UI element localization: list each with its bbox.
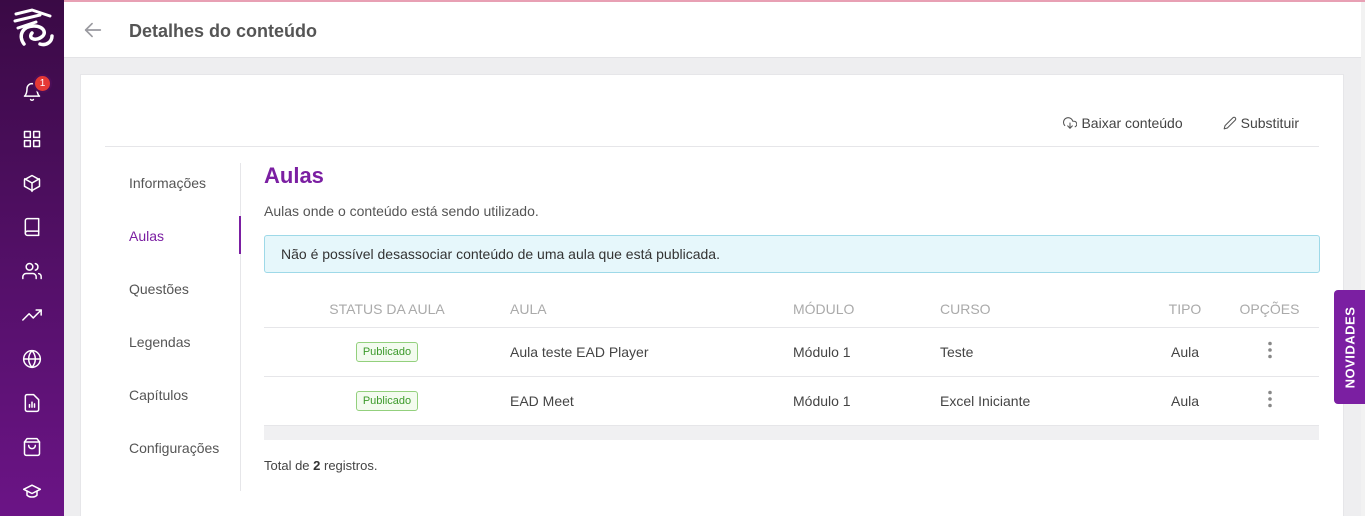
grid-icon xyxy=(23,130,41,148)
table-horizontal-scrollbar[interactable] xyxy=(264,425,1319,440)
download-content-button[interactable]: Baixar conteúdo xyxy=(1063,115,1183,131)
replace-label: Substituir xyxy=(1240,115,1299,131)
status-badge: Publicado xyxy=(355,341,419,362)
nav-reports[interactable] xyxy=(20,391,44,415)
shopping-bag-icon xyxy=(23,437,41,457)
nav-users[interactable] xyxy=(20,259,44,283)
total-prefix: Total de xyxy=(264,457,314,473)
curso-cell: Teste xyxy=(940,327,1150,377)
tab-capitulos[interactable]: Capítulos xyxy=(129,387,188,403)
sidebar: 1 xyxy=(0,0,64,516)
app-logo[interactable] xyxy=(10,6,56,52)
table-row: Publicado EAD Meet Módulo 1 Excel Inicia… xyxy=(264,376,1319,426)
cloud-download-icon xyxy=(1063,117,1078,129)
cube-icon xyxy=(23,174,41,193)
table-header-row: STATUS DA AULA AULA MÓDULO CURSO TIPO OP… xyxy=(264,291,1319,328)
page-scrollbar[interactable] xyxy=(1361,2,1365,516)
column-header-curso: CURSO xyxy=(940,291,1150,328)
toolbar: Baixar conteúdo Substituir xyxy=(1063,115,1299,131)
tab-informacoes[interactable]: Informações xyxy=(129,175,206,191)
column-header-status: STATUS DA AULA xyxy=(264,291,510,328)
book-icon xyxy=(24,217,40,237)
column-header-tipo: TIPO xyxy=(1150,291,1220,328)
kebab-menu-icon xyxy=(1267,390,1272,408)
content-card: Baixar conteúdo Substituir Informações A… xyxy=(80,74,1344,516)
active-tab-indicator xyxy=(239,216,241,254)
info-alert: Não é possível desassociar conteúdo de u… xyxy=(264,235,1320,273)
table-row: Publicado Aula teste EAD Player Módulo 1… xyxy=(264,327,1319,377)
page-title: Detalhes do conteúdo xyxy=(129,21,318,41)
modulo-cell: Módulo 1 xyxy=(793,376,940,426)
tab-aulas[interactable]: Aulas xyxy=(129,228,164,244)
trending-icon xyxy=(22,309,42,321)
logo-icon xyxy=(13,8,54,47)
status-cell: Publicado xyxy=(264,327,510,377)
arrow-left-icon xyxy=(84,22,102,38)
novidades-tab[interactable]: NOVIDADES xyxy=(1334,290,1365,404)
column-header-aula: AULA xyxy=(510,291,793,328)
nav-courses[interactable] xyxy=(20,215,44,239)
section-description: Aulas onde o conteúdo está sendo utiliza… xyxy=(264,203,539,219)
aula-cell: Aula teste EAD Player xyxy=(510,327,793,377)
aulas-table: STATUS DA AULA AULA MÓDULO CURSO TIPO OP… xyxy=(264,291,1319,426)
total-suffix: registros. xyxy=(320,457,378,473)
options-cell xyxy=(1220,376,1319,426)
users-icon xyxy=(22,262,42,280)
column-header-opcoes: OPÇÕES xyxy=(1220,291,1319,328)
download-content-label: Baixar conteúdo xyxy=(1081,115,1183,131)
nav-dashboard[interactable] xyxy=(20,127,44,151)
row-options-button[interactable] xyxy=(1267,341,1273,362)
graduation-cap-icon xyxy=(22,484,42,498)
globe-icon xyxy=(22,349,42,369)
modulo-cell: Módulo 1 xyxy=(793,327,940,377)
status-badge: Publicado xyxy=(355,390,419,411)
row-options-button[interactable] xyxy=(1267,390,1273,411)
aula-cell: EAD Meet xyxy=(510,376,793,426)
tipo-cell: Aula xyxy=(1150,376,1220,426)
report-icon xyxy=(24,393,40,413)
column-header-modulo: MÓDULO xyxy=(793,291,940,328)
section-title: Aulas xyxy=(264,163,324,188)
aulas-section: Aulas Aulas onde o conteúdo está sendo u… xyxy=(264,163,1320,473)
page-header: Detalhes do conteúdo xyxy=(64,2,1361,58)
curso-cell: Excel Iniciante xyxy=(940,376,1150,426)
total-records: Total de 2 registros. xyxy=(264,458,1320,473)
tipo-cell: Aula xyxy=(1150,327,1220,377)
novidades-label: NOVIDADES xyxy=(1342,306,1358,388)
pencil-icon xyxy=(1223,116,1236,130)
divider xyxy=(105,146,1319,147)
tab-configuracoes[interactable]: Configurações xyxy=(129,440,219,456)
tabs-nav: Informações Aulas Questões Legendas Capí… xyxy=(105,163,241,491)
replace-button[interactable]: Substituir xyxy=(1223,115,1299,131)
tab-legendas[interactable]: Legendas xyxy=(129,334,191,350)
nav-store[interactable] xyxy=(20,435,44,459)
notification-badge: 1 xyxy=(33,74,52,93)
nav-site[interactable] xyxy=(20,347,44,371)
back-button[interactable] xyxy=(82,19,106,43)
options-cell xyxy=(1220,327,1319,377)
nav-academy[interactable] xyxy=(20,479,44,503)
nav-contents[interactable] xyxy=(20,171,44,195)
kebab-menu-icon xyxy=(1267,341,1272,359)
tab-questoes[interactable]: Questões xyxy=(129,281,189,297)
status-cell: Publicado xyxy=(264,376,510,426)
nav-reports-trend[interactable] xyxy=(20,303,44,327)
